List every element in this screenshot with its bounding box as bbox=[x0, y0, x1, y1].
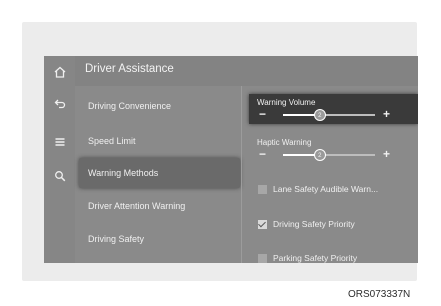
screen-header: Driver Assistance bbox=[75, 56, 418, 86]
warning-volume-slider[interactable]: 2 bbox=[283, 109, 375, 121]
search-icon[interactable] bbox=[50, 168, 70, 184]
lane-safety-audible-warning-option[interactable]: Lane Safety Audible Warn... bbox=[249, 180, 418, 202]
menu-item-driving-convenience[interactable]: Driving Convenience bbox=[75, 91, 250, 121]
menu-item-label: Warning Methods bbox=[88, 168, 159, 178]
figure-caption: ORS073337N bbox=[348, 289, 411, 300]
menu-item-label: Driver Attention Warning bbox=[88, 201, 186, 211]
haptic-increase-button[interactable]: + bbox=[383, 148, 390, 160]
side-rail bbox=[44, 56, 75, 263]
menu-item-driver-attention-warning[interactable]: Driver Attention Warning bbox=[75, 191, 250, 221]
haptic-warning-slider[interactable]: 2 bbox=[283, 149, 375, 161]
slider-knob[interactable]: 2 bbox=[313, 109, 326, 121]
infotainment-screen: Driver Assistance Driving Convenience Sp… bbox=[44, 56, 418, 263]
back-icon[interactable] bbox=[50, 96, 70, 112]
menu-item-speed-limit[interactable]: Speed Limit bbox=[75, 126, 250, 156]
menu-item-warning-methods[interactable]: Warning Methods bbox=[79, 158, 240, 188]
menu-item-label: Driving Safety bbox=[88, 234, 145, 244]
checkbox[interactable] bbox=[258, 185, 267, 194]
slider-knob[interactable]: 2 bbox=[313, 149, 326, 161]
volume-decrease-button[interactable]: − bbox=[259, 108, 266, 120]
warning-volume-setting[interactable]: Warning Volume − 2 + bbox=[249, 94, 418, 124]
haptic-decrease-button[interactable]: − bbox=[259, 148, 266, 160]
haptic-warning-label: Haptic Warning bbox=[257, 138, 312, 147]
checkbox-label: Parking Safety Priority bbox=[273, 253, 358, 263]
menu-item-driving-safety[interactable]: Driving Safety bbox=[75, 224, 250, 254]
warning-volume-label: Warning Volume bbox=[257, 98, 316, 107]
home-icon[interactable] bbox=[50, 64, 70, 80]
menu-item-label: Driving Convenience bbox=[88, 101, 172, 111]
checkbox[interactable] bbox=[258, 220, 267, 229]
menu-item-label: Speed Limit bbox=[88, 136, 136, 146]
driving-safety-priority-option[interactable]: Driving Safety Priority bbox=[249, 215, 418, 237]
volume-increase-button[interactable]: + bbox=[383, 108, 390, 120]
checkbox-label: Driving Safety Priority bbox=[273, 219, 355, 229]
haptic-warning-setting[interactable]: Haptic Warning − 2 + bbox=[249, 134, 418, 164]
checkbox[interactable] bbox=[258, 254, 267, 263]
checkbox-label: Lane Safety Audible Warn... bbox=[273, 184, 379, 194]
menu-icon[interactable] bbox=[50, 134, 70, 150]
page-title: Driver Assistance bbox=[85, 63, 174, 75]
parking-safety-priority-option[interactable]: Parking Safety Priority bbox=[249, 249, 418, 263]
panel-divider bbox=[241, 86, 242, 263]
